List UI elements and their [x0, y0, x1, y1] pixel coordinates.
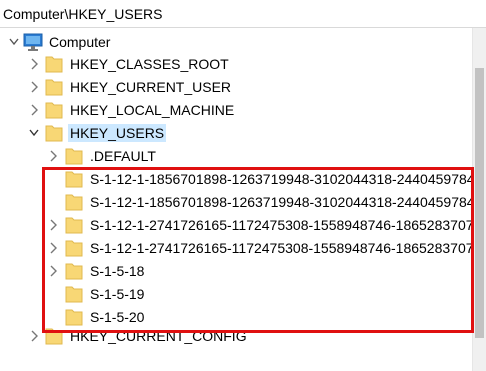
tree-label-computer: Computer — [49, 34, 111, 50]
folder-icon — [65, 286, 83, 303]
tree-node-default[interactable]: .DEFAULT — [0, 145, 300, 167]
chevron-right-icon[interactable] — [47, 145, 59, 167]
chevron-right-icon[interactable] — [28, 76, 40, 98]
folder-icon — [65, 240, 83, 257]
chevron-right-icon[interactable] — [47, 260, 59, 282]
folder-icon — [45, 328, 63, 345]
tree-node-s-1-5-19[interactable]: S-1-5-19 — [0, 283, 300, 305]
tree-label: S-1-12-1-2741726165-1172475308-155894874… — [90, 217, 472, 233]
chevron-right-icon[interactable] — [47, 214, 59, 236]
tree-label: S-1-12-1-1856701898-1263719948-310204431… — [90, 194, 472, 210]
tree-node-hkey-current-user[interactable]: HKEY_CURRENT_USER — [0, 76, 300, 98]
folder-icon — [65, 194, 83, 211]
tree-node-sid[interactable]: S-1-12-1-1856701898-1263719948-310204431… — [0, 168, 472, 190]
address-path: Computer\HKEY_USERS — [3, 6, 163, 22]
vertical-scrollbar[interactable] — [472, 28, 486, 371]
computer-icon — [23, 33, 43, 51]
folder-icon — [65, 171, 83, 188]
tree-label: S-1-12-1-2741726165-1172475308-155894874… — [90, 240, 472, 256]
tree-node-sid[interactable]: S-1-12-1-2741726165-1172475308-155894874… — [0, 237, 472, 259]
folder-icon — [65, 263, 83, 280]
address-bar[interactable]: Computer\HKEY_USERS — [0, 0, 486, 28]
tree-node-s-1-5-18[interactable]: S-1-5-18 — [0, 260, 300, 282]
tree-node-computer[interactable]: Computer — [0, 31, 300, 53]
folder-open-icon — [45, 125, 63, 142]
chevron-right-icon[interactable] — [28, 99, 40, 121]
registry-tree: Computer HKEY_CLASSES_ROOT HKEY_CURRENT_… — [0, 28, 472, 371]
tree-node-hkey-local-machine[interactable]: HKEY_LOCAL_MACHINE — [0, 99, 300, 121]
tree-label: S-1-5-19 — [90, 286, 145, 302]
chevron-down-icon[interactable] — [28, 122, 40, 144]
chevron-right-icon[interactable] — [28, 325, 40, 347]
tree-label: HKEY_CURRENT_CONFIG — [70, 328, 247, 344]
folder-icon — [45, 79, 63, 96]
tree-node-hkey-classes-root[interactable]: HKEY_CLASSES_ROOT — [0, 53, 300, 75]
tree-label: HKEY_USERS — [68, 124, 167, 142]
folder-icon — [65, 148, 83, 165]
tree-label: .DEFAULT — [90, 148, 156, 164]
folder-icon — [65, 309, 83, 326]
chevron-down-icon[interactable] — [8, 31, 20, 53]
tree-node-sid[interactable]: S-1-12-1-2741726165-1172475308-155894874… — [0, 214, 472, 236]
folder-icon — [45, 56, 63, 73]
tree-label: S-1-5-20 — [90, 309, 145, 325]
tree-node-sid[interactable]: S-1-12-1-1856701898-1263719948-310204431… — [0, 191, 472, 213]
tree-label: HKEY_CURRENT_USER — [70, 79, 232, 95]
folder-icon — [45, 102, 63, 119]
tree-node-hkey-users[interactable]: HKEY_USERS — [0, 122, 300, 144]
tree-label: HKEY_LOCAL_MACHINE — [70, 102, 235, 118]
tree-label: HKEY_CLASSES_ROOT — [70, 56, 229, 72]
chevron-right-icon[interactable] — [28, 53, 40, 75]
scrollbar-thumb[interactable] — [475, 68, 484, 338]
chevron-right-icon[interactable] — [47, 237, 59, 259]
tree-label: S-1-12-1-1856701898-1263719948-310204431… — [90, 171, 472, 187]
tree-label: S-1-5-18 — [90, 263, 145, 279]
folder-icon — [65, 217, 83, 234]
tree-node-hkey-current-config[interactable]: HKEY_CURRENT_CONFIG — [0, 325, 300, 347]
